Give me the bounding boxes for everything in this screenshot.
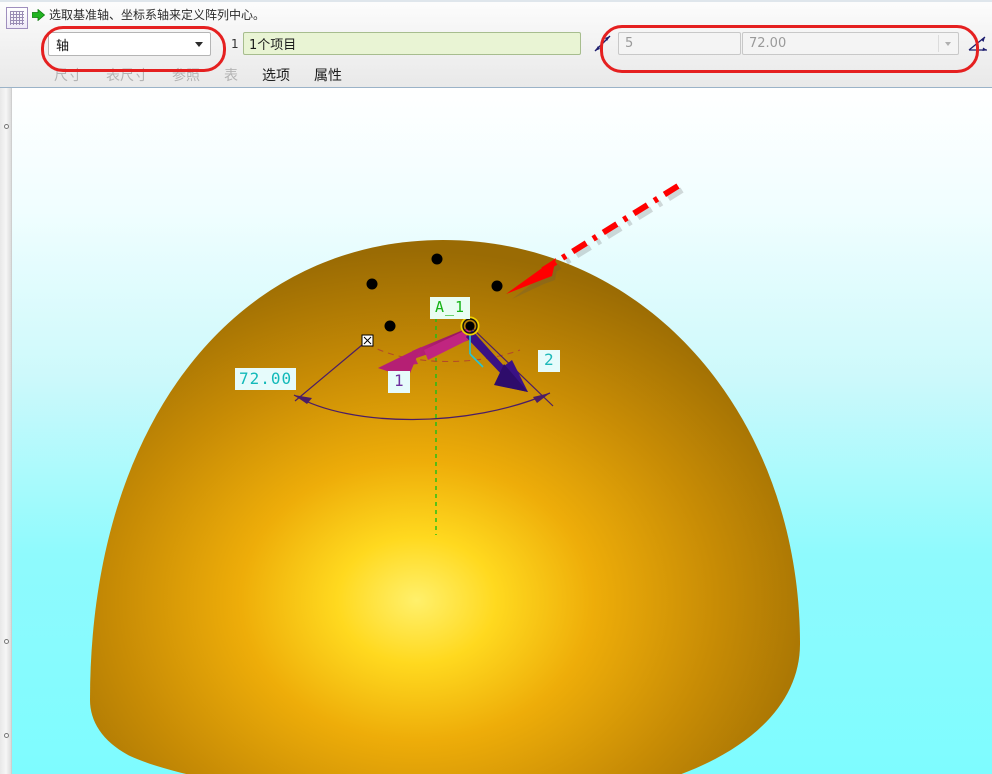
angle-dimension-label[interactable]: 72.00 bbox=[235, 368, 297, 390]
member-count-input[interactable]: 5 bbox=[618, 32, 741, 55]
reference-count-label: 1 bbox=[231, 37, 239, 51]
pattern-point bbox=[384, 320, 396, 332]
angle-increment-input[interactable]: 72.00 bbox=[742, 32, 959, 55]
pattern-grid-glyph bbox=[10, 11, 24, 25]
dashboard-tab-strip: 尺寸 表尺寸 参照 表 选项 属性 bbox=[0, 62, 992, 87]
toolbar-top-divider bbox=[0, 0, 992, 2]
pattern-type-dropdown[interactable]: 轴 bbox=[48, 32, 211, 56]
status-message-row: 选取基准轴、坐标系轴来定义阵列中心。 bbox=[31, 6, 266, 22]
pattern-point bbox=[366, 278, 378, 290]
reference-items-field[interactable]: 1个项目 bbox=[243, 32, 581, 55]
pattern-grid-icon bbox=[6, 7, 28, 29]
dashboard-controls-row: 轴 1 1个项目 5 72.00 bbox=[0, 30, 992, 62]
pattern-type-value: 轴 bbox=[56, 38, 70, 54]
member-count-value: 5 bbox=[625, 36, 634, 51]
direction-one-label: 1 bbox=[388, 371, 410, 393]
graphics-window[interactable]: A_1 72.00 1 2 bbox=[0, 88, 992, 774]
model-canvas bbox=[90, 183, 800, 774]
chevron-down-icon[interactable] bbox=[938, 35, 956, 52]
tab-options[interactable]: 选项 bbox=[250, 65, 302, 85]
tab-properties[interactable]: 属性 bbox=[302, 65, 354, 85]
pattern-point bbox=[491, 280, 503, 292]
pattern-point bbox=[431, 253, 443, 265]
green-arrow-icon bbox=[31, 8, 46, 22]
tab-references[interactable]: 参照 bbox=[160, 65, 212, 85]
angular-extent-icon bbox=[968, 34, 988, 54]
axis-name-label: A_1 bbox=[430, 297, 471, 319]
hemisphere-solid bbox=[90, 240, 800, 774]
chevron-down-icon[interactable] bbox=[190, 36, 207, 53]
angular-dimension-icon bbox=[593, 34, 612, 53]
drag-handle-marker[interactable] bbox=[361, 334, 374, 347]
tab-table[interactable]: 表 bbox=[212, 65, 250, 85]
tab-table-dimensions[interactable]: 表尺寸 bbox=[94, 65, 160, 85]
direction-two-label: 2 bbox=[538, 350, 560, 372]
angle-increment-value: 72.00 bbox=[749, 36, 787, 51]
status-message-text: 选取基准轴、坐标系轴来定义阵列中心。 bbox=[49, 7, 266, 22]
application-window: 选取基准轴、坐标系轴来定义阵列中心。 轴 1 1个项目 5 72.00 尺寸 表… bbox=[0, 0, 992, 774]
reference-items-value: 1个项目 bbox=[249, 38, 297, 53]
tab-dimensions[interactable]: 尺寸 bbox=[42, 65, 94, 85]
pattern-dashboard-toolbar: 选取基准轴、坐标系轴来定义阵列中心。 轴 1 1个项目 5 72.00 尺寸 表… bbox=[0, 0, 992, 88]
